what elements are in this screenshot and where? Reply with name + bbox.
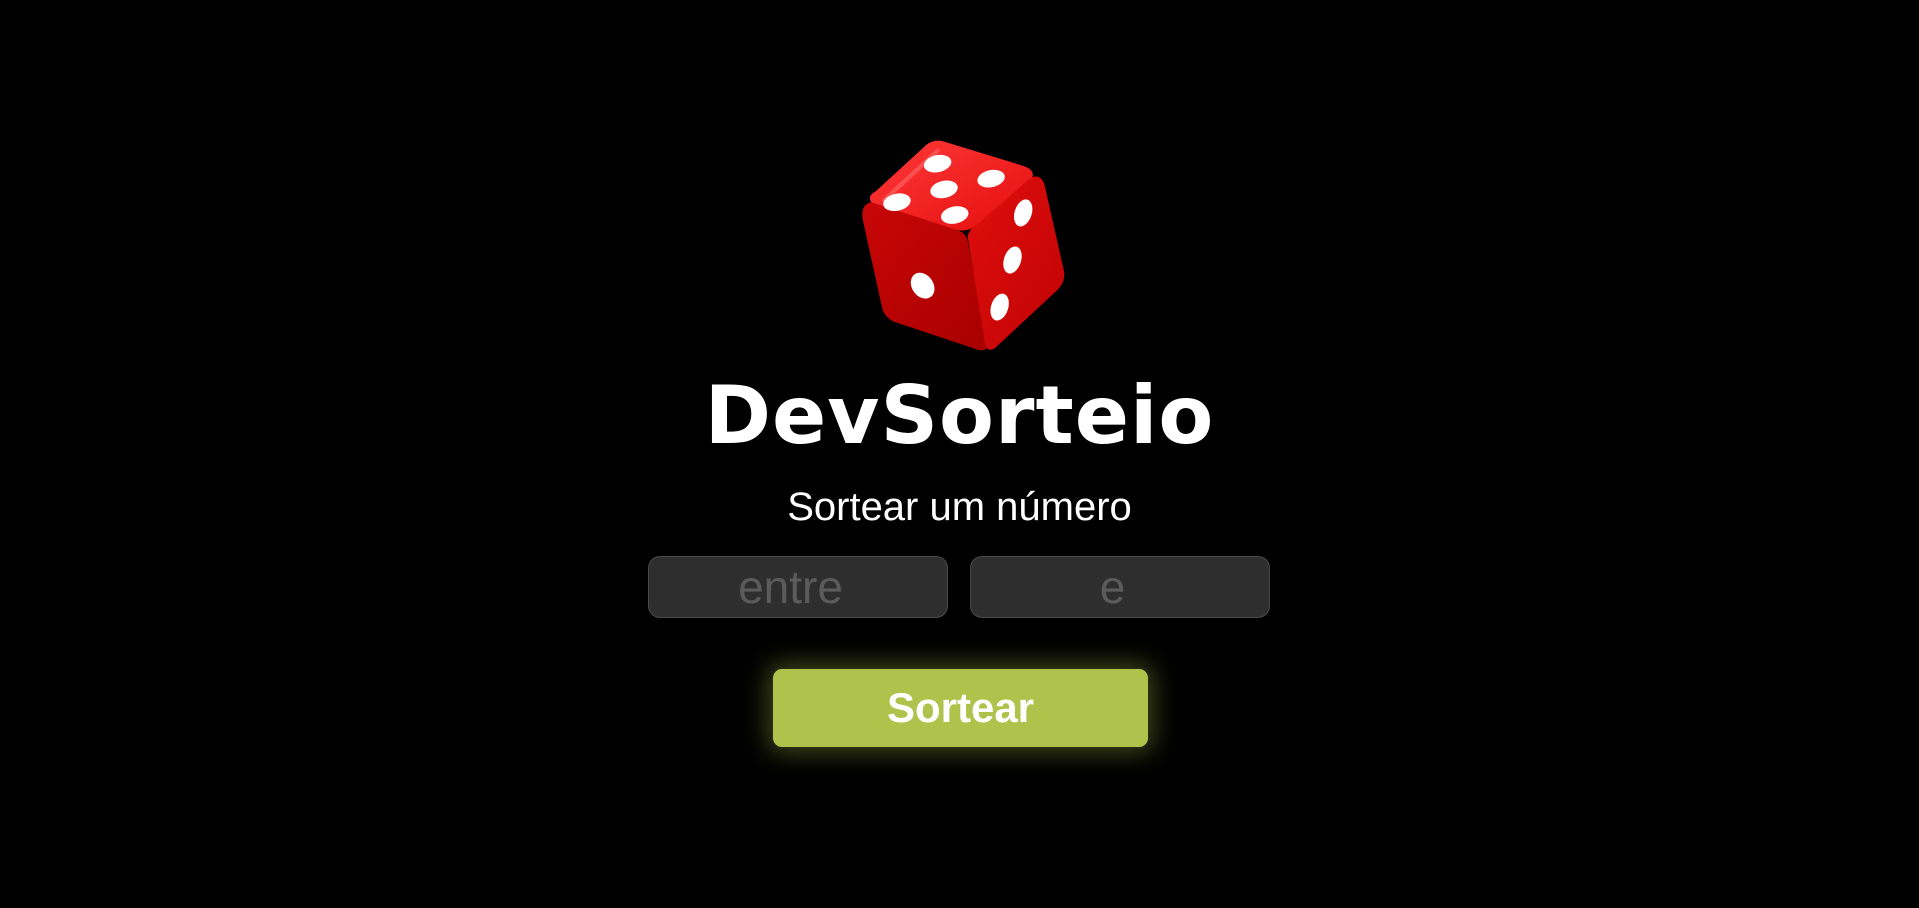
page-subtitle: Sortear um número — [787, 485, 1132, 529]
dice-icon — [852, 138, 1066, 352]
page-title: DevSorteio — [704, 369, 1215, 462]
draw-button[interactable]: Sortear — [773, 669, 1148, 747]
app-container: DevSorteio Sortear um número Sortear — [0, 0, 1919, 908]
min-number-input[interactable] — [648, 556, 948, 618]
max-number-input[interactable] — [970, 556, 1270, 618]
